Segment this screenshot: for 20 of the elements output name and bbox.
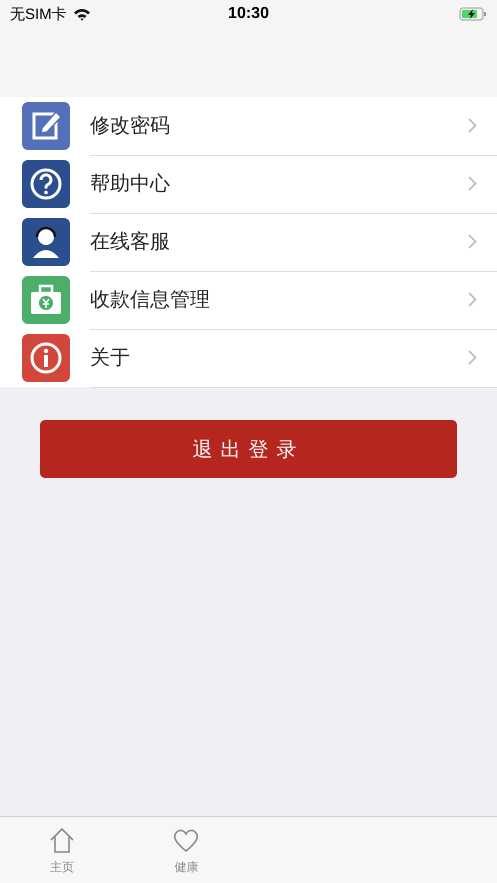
logout-button[interactable]: 退出登录 <box>40 420 457 478</box>
menu-item[interactable]: 在线客服 <box>90 212 497 272</box>
chevron-icon <box>468 350 477 365</box>
chevron-icon <box>468 176 477 191</box>
money-case-icon <box>22 276 70 324</box>
carrier-label: 无SIM卡 <box>10 4 67 24</box>
menu-item[interactable]: 修改密码 <box>90 96 497 156</box>
support-agent-icon <box>22 218 70 266</box>
edit-icon <box>22 102 70 150</box>
info-icon <box>22 334 70 382</box>
menu-item[interactable]: 收款信息管理 <box>90 270 497 330</box>
chevron-icon <box>468 292 477 307</box>
chevron-icon <box>468 118 477 133</box>
battery-icon <box>459 7 488 21</box>
menu-item[interactable]: 帮助中心 <box>90 154 497 214</box>
help-icon <box>22 160 70 208</box>
chevron-icon <box>468 234 477 249</box>
wifi-icon <box>72 8 91 20</box>
menu-item[interactable]: 关于 <box>90 328 497 388</box>
status-time: 10:30 <box>228 5 269 23</box>
